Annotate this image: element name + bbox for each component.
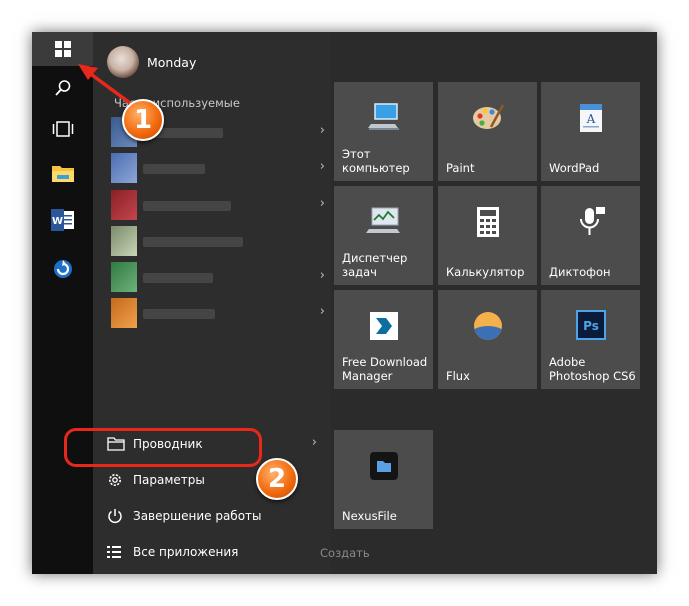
step-1-badge: 1 xyxy=(122,99,164,141)
annotation-arrow xyxy=(78,64,132,105)
arrow-icon xyxy=(78,64,132,105)
settings-highlight xyxy=(64,428,262,467)
step-2-badge: 2 xyxy=(256,458,298,500)
